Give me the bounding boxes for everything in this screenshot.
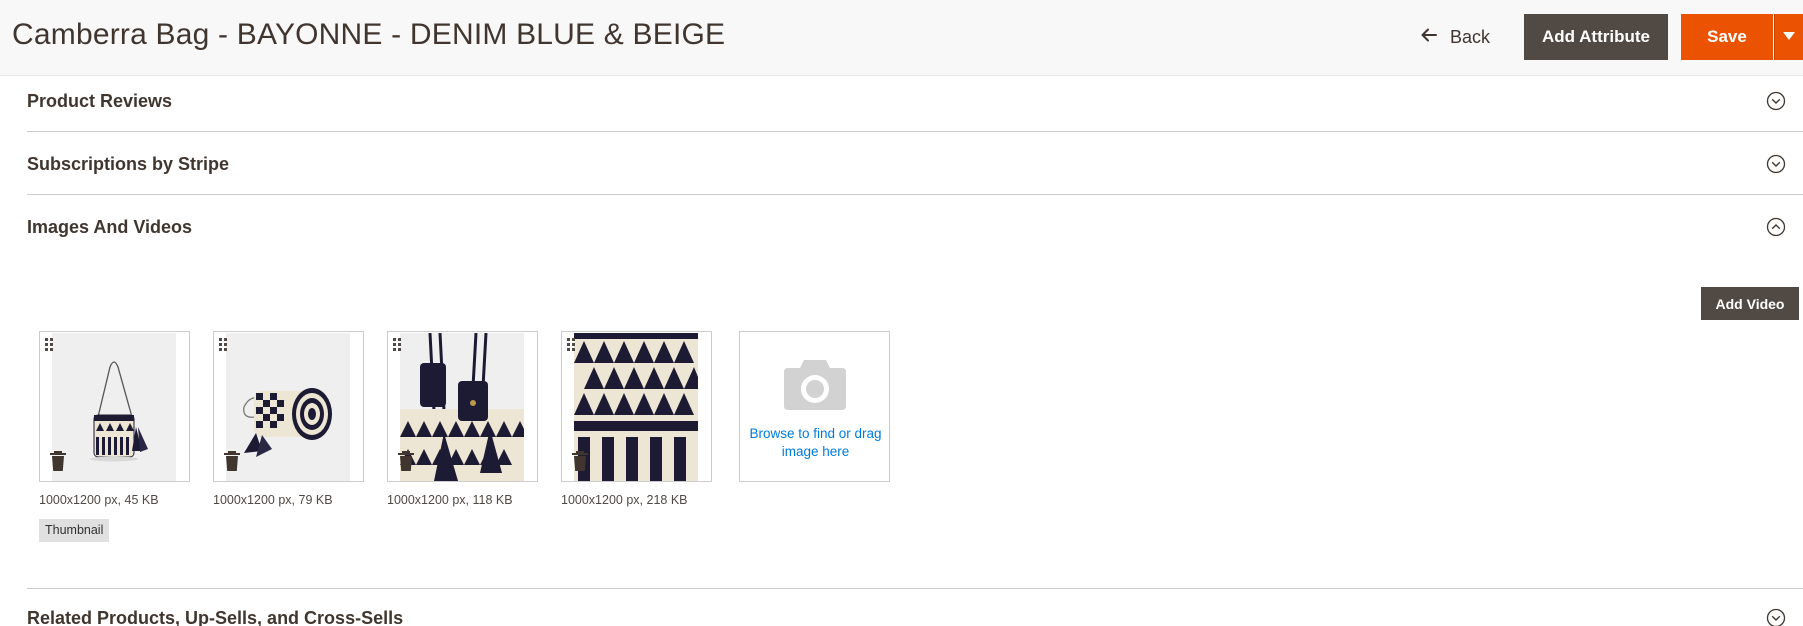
image-meta: 1000x1200 px, 218 KB	[561, 493, 688, 507]
add-attribute-button[interactable]: Add Attribute	[1524, 14, 1668, 60]
product-image	[574, 333, 698, 481]
section-title: Related Products, Up-Sells, and Cross-Se…	[27, 608, 404, 626]
chevron-up-circle-icon[interactable]	[1766, 217, 1786, 237]
section-title: Product Reviews	[27, 91, 173, 111]
arrow-left-icon	[1420, 26, 1438, 49]
image-meta: 1000x1200 px, 79 KB	[213, 493, 333, 507]
page-header: Camberra Bag - BAYONNE - DENIM BLUE & BE…	[0, 0, 1803, 76]
chevron-down-circle-icon[interactable]	[1766, 608, 1786, 626]
add-video-button[interactable]: Add Video	[1701, 287, 1799, 320]
chevron-down-circle-icon[interactable]	[1766, 91, 1786, 111]
trash-icon[interactable]	[49, 450, 67, 472]
chevron-down-circle-icon[interactable]	[1766, 154, 1786, 174]
drag-handle-icon[interactable]	[393, 338, 403, 354]
section-subscriptions-stripe[interactable]: Subscriptions by Stripe	[27, 133, 1803, 195]
section-title: Images And Videos	[27, 217, 193, 237]
save-options-toggle[interactable]	[1774, 14, 1803, 60]
section-related-products[interactable]: Related Products, Up-Sells, and Cross-Se…	[27, 588, 1803, 626]
upload-label: Browse to find or drag image here	[749, 426, 882, 459]
image-upload-dropzone[interactable]: Browse to find or drag image here	[739, 331, 890, 482]
image-role-badge: Thumbnail	[39, 519, 110, 542]
caret-down-icon	[1783, 28, 1795, 46]
trash-icon[interactable]	[223, 450, 241, 472]
camera-icon	[784, 358, 846, 410]
section-title: Subscriptions by Stripe	[27, 154, 230, 174]
image-meta: 1000x1200 px, 45 KB	[39, 493, 159, 507]
product-image-tile[interactable]	[213, 331, 364, 482]
section-images-videos[interactable]: Images And Videos	[27, 196, 1803, 258]
product-image-tile[interactable]	[561, 331, 712, 482]
back-button-label: Back	[1450, 26, 1491, 47]
section-product-reviews[interactable]: Product Reviews	[27, 70, 1803, 132]
back-button[interactable]: Back	[1420, 20, 1490, 54]
page-title: Camberra Bag - BAYONNE - DENIM BLUE & BE…	[12, 18, 726, 51]
trash-icon[interactable]	[397, 450, 415, 472]
product-image	[400, 333, 524, 481]
drag-handle-icon[interactable]	[567, 338, 577, 354]
product-image-tile[interactable]	[39, 331, 190, 482]
drag-handle-icon[interactable]	[45, 338, 55, 354]
drag-handle-icon[interactable]	[219, 338, 229, 354]
trash-icon[interactable]	[571, 450, 589, 472]
product-image	[226, 333, 350, 481]
product-image-tile[interactable]	[387, 331, 538, 482]
save-button[interactable]: Save	[1681, 14, 1773, 60]
product-image	[52, 333, 176, 481]
image-meta: 1000x1200 px, 118 KB	[387, 493, 513, 507]
